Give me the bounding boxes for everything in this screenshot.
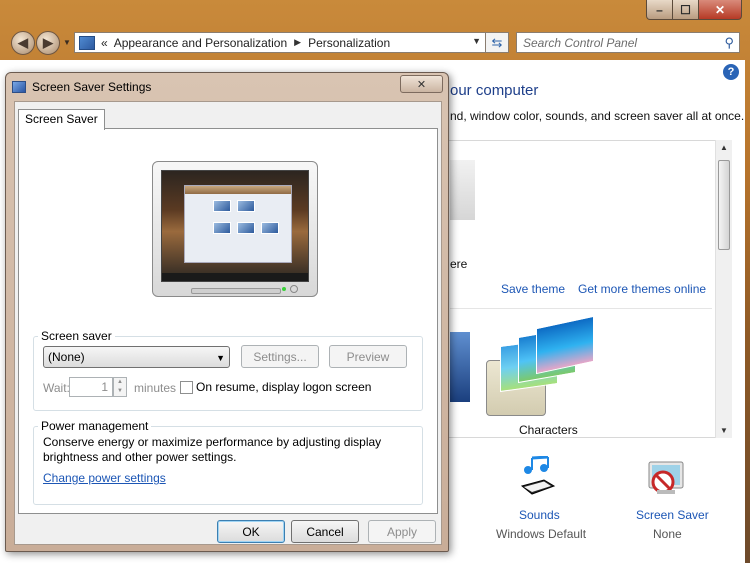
screen-saver-selected-value: (None) (48, 350, 85, 364)
control-panel-icon (79, 35, 95, 50)
logon-screen-checkbox[interactable] (180, 381, 193, 394)
preview-taskbar (162, 273, 308, 281)
sounds-link[interactable]: Sounds (519, 508, 560, 522)
search-icon[interactable]: ⚲ (724, 35, 734, 51)
control-panel-titlebar: – ☐ ✕ (0, 0, 750, 28)
stepper-down-icon[interactable]: ▼ (114, 387, 126, 396)
dialog-titlebar[interactable]: Screen Saver Settings ✕ (6, 73, 448, 101)
breadcrumb-separator-icon[interactable]: ▶ (294, 37, 301, 48)
recent-pages-dropdown[interactable]: ▼ (63, 38, 71, 47)
sounds-scheme-value: Windows Default (496, 527, 587, 541)
preview-screen (161, 170, 309, 282)
tab-screen-saver[interactable]: Screen Saver (18, 109, 105, 130)
refresh-button[interactable]: ⇆ (485, 32, 509, 53)
theme-thumbnail-partial-2[interactable] (450, 332, 470, 402)
preview-monitor (152, 161, 318, 297)
minimize-button[interactable]: – (646, 0, 673, 20)
search-placeholder: Search Control Panel (523, 35, 638, 50)
cancel-button[interactable]: Cancel (291, 520, 359, 543)
theme-section-divider (450, 308, 712, 309)
characters-theme-label[interactable]: Characters (519, 423, 578, 437)
scroll-up-icon[interactable]: ▲ (720, 143, 728, 152)
breadcrumb-item-personalization[interactable]: Personalization (308, 36, 390, 50)
sounds-icon[interactable] (513, 455, 561, 503)
close-window-button[interactable]: ✕ (698, 0, 742, 20)
search-input[interactable]: Search Control Panel ⚲ (516, 32, 740, 53)
monitor-base (191, 288, 281, 294)
page-title: our computer (450, 82, 539, 99)
monitor-power-led (282, 287, 286, 291)
save-theme-link[interactable]: Save theme (501, 282, 565, 296)
minutes-label: minutes (134, 381, 177, 395)
wait-minutes-input[interactable]: 1 (69, 377, 113, 397)
preview-window-thumbnail (184, 185, 292, 263)
screen-saver-value: None (653, 527, 682, 541)
back-button[interactable]: ◀ (11, 31, 35, 55)
breadcrumb-prefix[interactable]: « (101, 36, 108, 50)
change-power-settings-link[interactable]: Change power settings (43, 471, 166, 485)
screen-saver-group-label: Screen saver (41, 329, 112, 343)
stepper-up-icon[interactable]: ▲ (114, 378, 126, 387)
scroll-down-icon[interactable]: ▼ (720, 426, 728, 435)
dialog-title: Screen Saver Settings (32, 80, 152, 94)
ok-button[interactable]: OK (217, 520, 285, 543)
screen-saver-link[interactable]: Screen Saver (636, 508, 709, 522)
get-more-themes-link[interactable]: Get more themes online (578, 282, 706, 296)
help-icon[interactable]: ? (723, 64, 739, 80)
preview-button[interactable]: Preview (329, 345, 407, 368)
chevron-down-icon[interactable]: ▼ (216, 353, 225, 363)
wait-label: Wait: (43, 381, 70, 395)
theme-thumbnail-partial[interactable] (450, 160, 475, 220)
power-management-description: Conserve energy or maximize performance … (43, 435, 382, 464)
maximize-button[interactable]: ☐ (672, 0, 699, 20)
breadcrumb-item-appearance[interactable]: Appearance and Personalization (114, 36, 287, 50)
logon-screen-checkbox-label[interactable]: On resume, display logon screen (196, 380, 371, 394)
forward-button[interactable]: ▶ (36, 31, 60, 55)
screen-saver-group: Screen saver (33, 329, 423, 411)
screen-saver-icon[interactable] (642, 455, 690, 503)
page-description: nd, window color, sounds, and screen sav… (450, 109, 745, 123)
wait-minutes-stepper[interactable]: ▲ ▼ (113, 377, 127, 397)
scroll-thumb[interactable] (718, 160, 730, 250)
navigation-bar: ◀ ▶ ▼ « Appearance and Personalization ▶… (0, 28, 750, 60)
screen-saver-select[interactable]: (None) ▼ (43, 346, 230, 368)
power-management-group-label: Power management (41, 419, 149, 433)
theme-list-scrollbar[interactable]: ▲ ▼ (715, 140, 732, 438)
dialog-close-button[interactable]: ✕ (400, 75, 443, 93)
apply-button[interactable]: Apply (368, 520, 436, 543)
screen-saver-settings-icon (12, 81, 26, 93)
address-dropdown-icon[interactable]: ▼ (472, 36, 481, 46)
settings-button[interactable]: Settings... (241, 345, 319, 368)
screen-saver-settings-dialog: Screen Saver Settings ✕ Screen Saver Scr… (5, 72, 449, 552)
theme-label-partial[interactable]: ere (450, 257, 467, 271)
monitor-power-button (290, 285, 298, 293)
address-bar[interactable]: « Appearance and Personalization ▶ Perso… (74, 32, 486, 53)
